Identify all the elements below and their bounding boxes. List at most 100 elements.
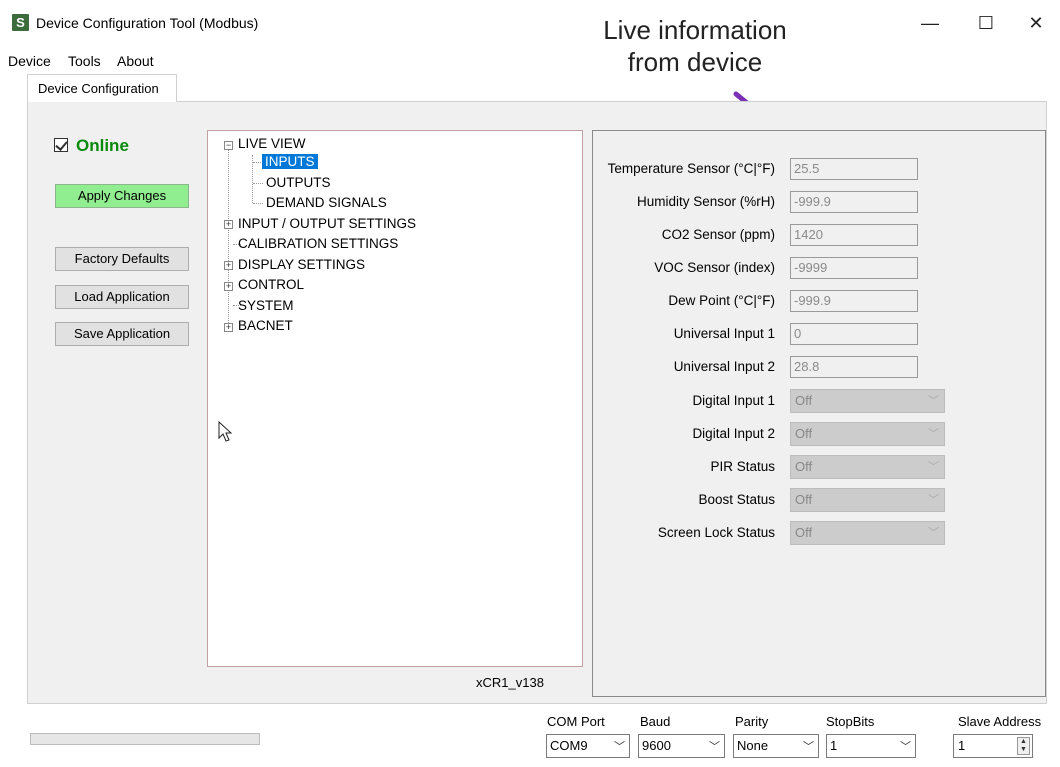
minimize-button[interactable]: — xyxy=(910,8,950,38)
tree-item-bacnet[interactable]: BACNET xyxy=(238,317,293,335)
field-label: PIR Status xyxy=(710,459,775,474)
field-label: CO2 Sensor (ppm) xyxy=(661,227,775,242)
stopbits-label: StopBits xyxy=(826,714,875,729)
readonly-field: 1420 xyxy=(790,224,918,246)
parity-label: Parity xyxy=(735,714,769,729)
tree-item-inputs[interactable]: INPUTS xyxy=(262,153,318,171)
app-icon: S xyxy=(12,14,29,31)
tree-item-calibration-settings[interactable]: CALIBRATION SETTINGS xyxy=(238,235,398,253)
mouse-pointer-icon xyxy=(218,421,233,442)
status-select[interactable]: Off ﹀ xyxy=(790,455,945,479)
field-label: Screen Lock Status xyxy=(657,525,775,540)
field-label: Boost Status xyxy=(698,492,775,507)
readonly-field: 0 xyxy=(790,323,918,345)
close-button[interactable]: ✕ xyxy=(1016,8,1056,38)
field-label: Dew Point (°C|°F) xyxy=(668,293,775,308)
field-label: Digital Input 1 xyxy=(692,393,775,408)
tree-item-demand-signals[interactable]: DEMAND SIGNALS xyxy=(266,194,387,212)
tree-connector xyxy=(228,145,229,331)
chevron-down-icon: ﹀ xyxy=(709,741,720,753)
tree-item-display-settings[interactable]: DISPLAY SETTINGS xyxy=(238,256,365,274)
menu-device[interactable]: Device xyxy=(8,53,51,69)
chevron-down-icon: ﹀ xyxy=(928,395,939,407)
status-select-value: Off xyxy=(795,426,813,441)
status-select[interactable]: Off ﹀ xyxy=(790,422,945,446)
factory-defaults-button[interactable]: Factory Defaults xyxy=(55,247,189,271)
field-label: VOC Sensor (index) xyxy=(654,260,775,275)
chevron-down-icon: ﹀ xyxy=(928,494,939,506)
tree-item-outputs[interactable]: OUTPUTS xyxy=(266,174,331,192)
chevron-down-icon: ﹀ xyxy=(900,741,911,753)
readonly-field: -999.9 xyxy=(790,290,918,312)
status-select-value: Off xyxy=(795,393,813,408)
parity-value: None xyxy=(737,738,769,753)
annotation-line-1: Live information xyxy=(603,15,787,45)
tree-item-live-view[interactable]: LIVE VIEW xyxy=(238,135,306,153)
spinner-control[interactable]: ▲ ▼ xyxy=(1017,737,1030,755)
field-label: Temperature Sensor (°C|°F) xyxy=(607,161,775,176)
readonly-field: 28.8 xyxy=(790,356,918,378)
expand-icon[interactable]: + xyxy=(224,282,233,291)
checkbox-checked-icon[interactable] xyxy=(54,138,68,152)
tree-item-io-settings[interactable]: INPUT / OUTPUT SETTINGS xyxy=(238,215,416,233)
field-label: Digital Input 2 xyxy=(692,426,775,441)
status-select[interactable]: Off ﹀ xyxy=(790,521,945,545)
menu-tools[interactable]: Tools xyxy=(68,53,101,69)
online-checkbox[interactable]: Online xyxy=(54,136,129,156)
chevron-down-icon: ﹀ xyxy=(928,461,939,473)
field-label: Humidity Sensor (%rH) xyxy=(636,194,775,209)
slave-address-input[interactable]: 1 ▲ ▼ xyxy=(953,734,1033,758)
tree-connector xyxy=(253,183,263,184)
chevron-down-icon: ﹀ xyxy=(928,428,939,440)
chevron-down-icon: ﹀ xyxy=(803,741,814,753)
version-label: xCR1_v138 xyxy=(476,675,544,690)
tab-device-configuration[interactable]: Device Configuration xyxy=(27,74,177,102)
menu-bar: Device Tools About xyxy=(0,50,400,72)
com-port-value: COM9 xyxy=(550,738,588,753)
status-select[interactable]: Off ﹀ xyxy=(790,389,945,413)
stopbits-value: 1 xyxy=(830,738,838,753)
readonly-field: -999.9 xyxy=(790,191,918,213)
baud-value: 9600 xyxy=(642,738,671,753)
apply-changes-button[interactable]: Apply Changes xyxy=(55,184,189,208)
live-view-panel: Temperature Sensor (°C|°F) 25.5 Humidity S… xyxy=(592,130,1046,697)
tree-item-system[interactable]: SYSTEM xyxy=(238,297,294,315)
annotation-callout: Live information from device xyxy=(570,14,820,78)
chevron-down-icon: ﹀ xyxy=(614,741,625,753)
tree-item-control[interactable]: CONTROL xyxy=(238,276,304,294)
baud-select[interactable]: 9600 ﹀ xyxy=(638,734,725,758)
spin-down-icon[interactable]: ▼ xyxy=(1018,746,1029,754)
com-port-select[interactable]: COM9 ﹀ xyxy=(546,734,630,758)
expand-icon[interactable]: + xyxy=(224,323,233,332)
settings-tree[interactable]: − LIVE VIEW INPUTS OUTPUTS DEMAND SIGNAL… xyxy=(207,130,583,667)
maximize-button[interactable]: ☐ xyxy=(966,8,1006,38)
chevron-down-icon: ﹀ xyxy=(928,527,939,539)
expand-icon[interactable]: + xyxy=(224,220,233,229)
progress-bar xyxy=(30,733,260,745)
com-port-label: COM Port xyxy=(547,714,605,729)
spin-up-icon[interactable]: ▲ xyxy=(1018,738,1029,746)
stopbits-select[interactable]: 1 ﹀ xyxy=(826,734,916,758)
slave-address-label: Slave Address xyxy=(958,714,1042,729)
annotation-line-2: from device xyxy=(627,47,763,77)
readonly-field: 25.5 xyxy=(790,158,918,180)
readonly-field: -9999 xyxy=(790,257,918,279)
load-application-button[interactable]: Load Application xyxy=(55,285,189,309)
online-label: Online xyxy=(76,136,129,155)
baud-label: Baud xyxy=(640,714,671,729)
parity-select[interactable]: None ﹀ xyxy=(733,734,819,758)
tree-item-inputs-label: INPUTS xyxy=(262,154,318,169)
window-title: Device Configuration Tool (Modbus) xyxy=(36,15,259,31)
status-select[interactable]: Off ﹀ xyxy=(790,488,945,512)
tree-connector xyxy=(253,203,263,204)
field-label: Universal Input 1 xyxy=(673,326,775,341)
collapse-icon[interactable]: − xyxy=(224,141,233,150)
save-application-button[interactable]: Save Application xyxy=(55,322,189,346)
menu-about[interactable]: About xyxy=(117,53,154,69)
expand-icon[interactable]: + xyxy=(224,261,233,270)
field-label: Universal Input 2 xyxy=(673,359,775,374)
slave-address-value: 1 xyxy=(958,738,966,753)
status-select-value: Off xyxy=(795,525,813,540)
status-select-value: Off xyxy=(795,459,813,474)
status-select-value: Off xyxy=(795,492,813,507)
